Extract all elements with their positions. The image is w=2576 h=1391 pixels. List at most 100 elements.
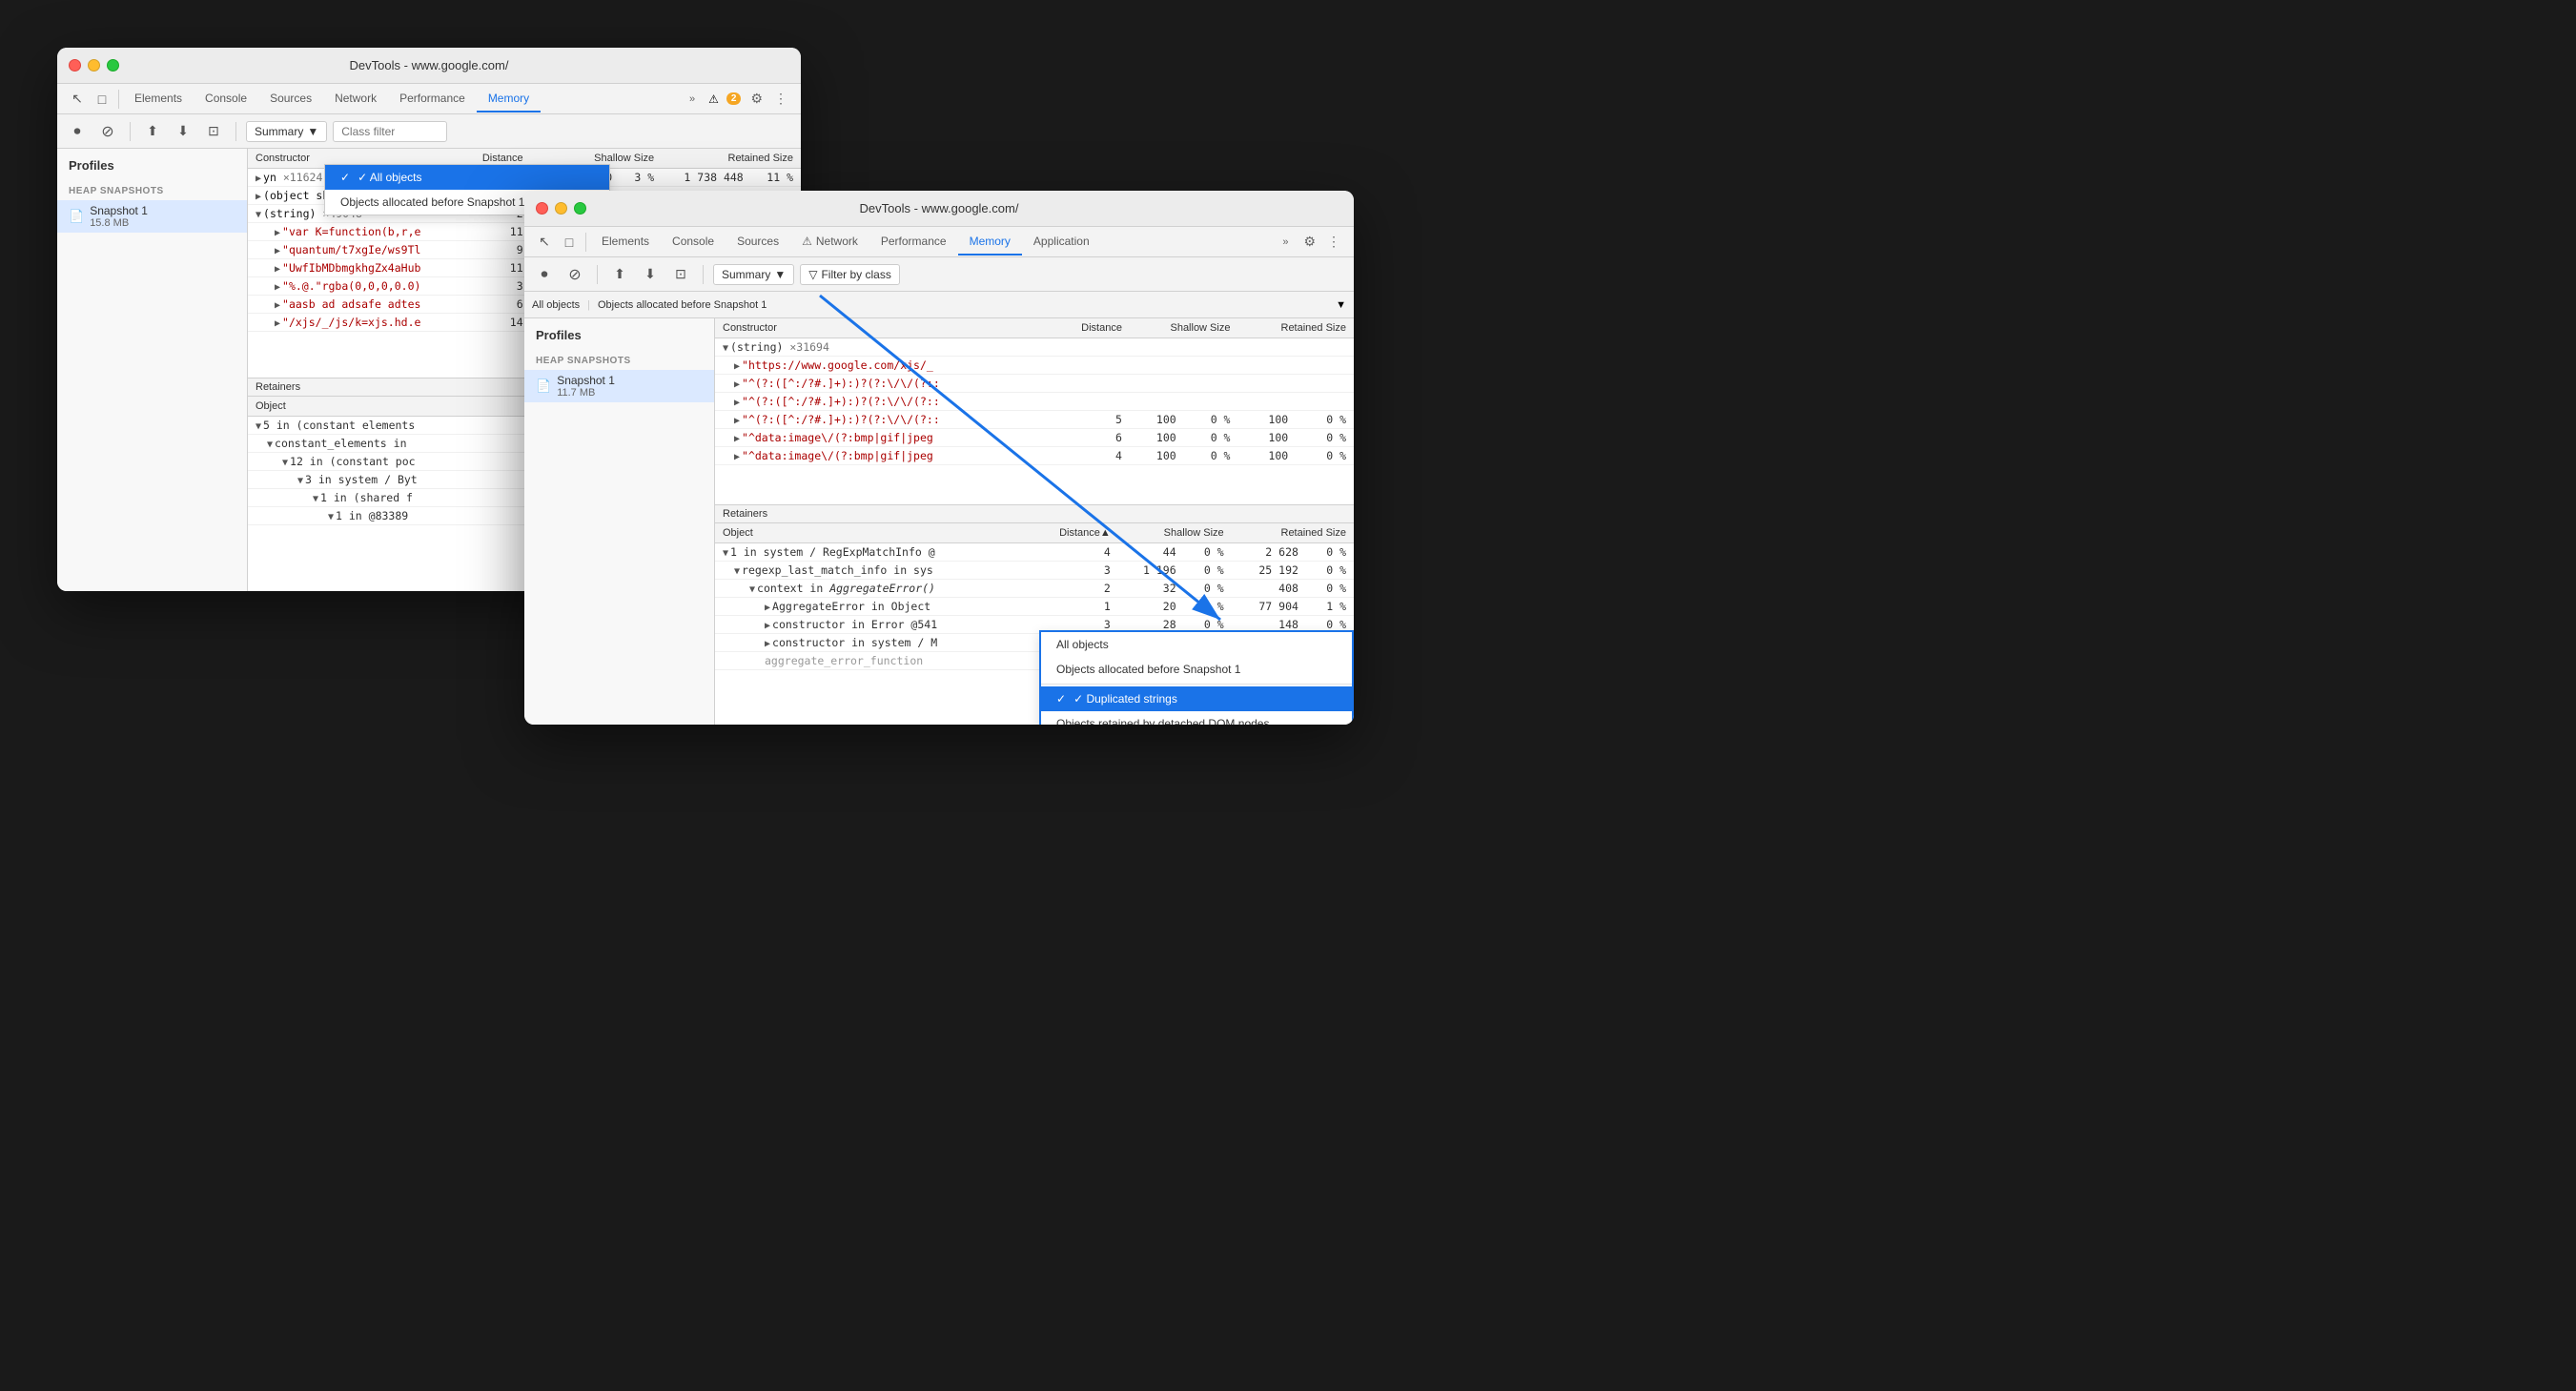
clear-btn-front[interactable]: ⊘	[562, 262, 587, 287]
sidebar-front: Profiles HEAP SNAPSHOTS 📄 Snapshot 1 11.…	[524, 318, 715, 725]
load-btn-back[interactable]: ⬆	[140, 119, 165, 144]
filter-icon: ▽	[808, 268, 817, 281]
tab-memory-back[interactable]: Memory	[477, 86, 541, 113]
minimize-button-back[interactable]	[88, 59, 100, 72]
dropdown-item-detached-dom[interactable]: Objects retained by detached DOM nodes	[1041, 711, 1352, 725]
table-row[interactable]: ▶"^(?:([^:/?#.]+):)?(?:\/\/(?::	[715, 375, 1354, 393]
snapshot-name-front: Snapshot 1	[557, 374, 615, 387]
filter-by-class-btn[interactable]: ▽ Filter by class	[800, 264, 900, 285]
col-dist-front: Distance▲	[1028, 523, 1118, 543]
tab-sources-front[interactable]: Sources	[726, 229, 790, 256]
cell-distance: 11	[463, 259, 530, 277]
snapshot-info-back: Snapshot 1 15.8 MB	[90, 204, 148, 229]
collect-garbage-btn-back[interactable]: ⊡	[201, 119, 226, 144]
retainer-row[interactable]: ▼regexp_last_match_info in sys 3 1 196 0…	[715, 562, 1354, 580]
dropdown-arrow-all[interactable]: ▼	[1336, 299, 1346, 311]
title-bar-front: DevTools - www.google.com/	[524, 191, 1354, 227]
dropdown-item-all-objects-front[interactable]: All objects	[1041, 632, 1352, 657]
tab-application-front[interactable]: Application	[1022, 229, 1101, 256]
tab-extras-back: » ⚠ 2 ⚙ ⋮	[684, 89, 793, 109]
dropdown-item-all-objects[interactable]: ✓ ✓ All objects	[325, 165, 609, 190]
tab-elements-back[interactable]: Elements	[123, 86, 194, 113]
class-filter-input-back[interactable]	[333, 121, 447, 142]
retainer-row[interactable]: ▼1 in system / RegExpMatchInfo @ 4 44 0 …	[715, 543, 1354, 562]
col-retained-ret-front: Retained Size	[1232, 523, 1354, 543]
tab-console-back[interactable]: Console	[194, 86, 258, 113]
more-options-icon-front[interactable]: ⋮	[1325, 232, 1342, 252]
tab-performance-back[interactable]: Performance	[388, 86, 477, 113]
objects-before-snapshot-label: Objects allocated before Snapshot 1	[598, 299, 767, 311]
table-row[interactable]: ▶"https://www.google.com/xjs/_	[715, 357, 1354, 375]
window-title-back: DevTools - www.google.com/	[350, 58, 509, 72]
snapshot-item-back[interactable]: 📄 Snapshot 1 15.8 MB	[57, 200, 247, 233]
table-row[interactable]: ▶"^data:image\/(?:bmp|gif|jpeg 4 100 0 %…	[715, 447, 1354, 465]
inspect-element-icon-front[interactable]: ↖	[532, 230, 557, 255]
dropdown-divider	[1041, 684, 1352, 685]
filter-dropdown-front: All objects Objects allocated before Sna…	[1039, 630, 1354, 725]
more-tabs-icon-front[interactable]: »	[1277, 233, 1294, 252]
summary-dropdown-back[interactable]: Summary ▼	[246, 121, 327, 142]
minimize-button-front[interactable]	[555, 202, 567, 215]
record-btn-front[interactable]: ⏺	[532, 262, 557, 287]
maximize-button-back[interactable]	[107, 59, 119, 72]
collect-garbage-btn-front[interactable]: ⊡	[668, 262, 693, 287]
clear-btn-back[interactable]: ⊘	[95, 119, 120, 144]
load-btn-front[interactable]: ⬆	[607, 262, 632, 287]
close-button-front[interactable]	[536, 202, 548, 215]
save-btn-back[interactable]: ⬇	[171, 119, 195, 144]
tab-performance-front[interactable]: Performance	[869, 229, 958, 256]
col-shallow-ret-front: Shallow Size	[1118, 523, 1232, 543]
table-row[interactable]: ▶"^(?:([^:/?#.]+):)?(?:\/\/(?::	[715, 393, 1354, 411]
tab-sources-back[interactable]: Sources	[258, 86, 323, 113]
all-objects-front-label: All objects	[1056, 638, 1109, 651]
cell-retained: 1 738 448	[662, 169, 751, 187]
retainer-row[interactable]: ▶AggregateError in Object 1 20 0 % 77 90…	[715, 598, 1354, 616]
record-btn-back[interactable]: ⏺	[65, 119, 90, 144]
device-toolbar-icon-front[interactable]: □	[557, 230, 582, 255]
divider-f1	[585, 233, 586, 252]
snapshot-info-front: Snapshot 1 11.7 MB	[557, 374, 615, 399]
snapshot-item-front[interactable]: 📄 Snapshot 1 11.7 MB	[524, 370, 714, 402]
device-toolbar-icon[interactable]: □	[90, 87, 114, 112]
summary-dropdown-front[interactable]: Summary ▼	[713, 264, 794, 285]
retainer-row[interactable]: ▼context in AggregateError() 2 32 0 % 40…	[715, 580, 1354, 598]
dropdown-item-duplicated-strings[interactable]: ✓ ✓ Duplicated strings	[1041, 686, 1352, 711]
sidebar-back: Profiles HEAP SNAPSHOTS 📄 Snapshot 1 15.…	[57, 149, 248, 591]
summary-dropdown-arrow-front: ▼	[774, 268, 786, 281]
tab-memory-front[interactable]: Memory	[958, 229, 1022, 256]
window-title-front: DevTools - www.google.com/	[860, 201, 1019, 215]
tab-extras-front: » ⚙ ⋮	[1277, 232, 1346, 252]
table-row[interactable]: ▶"^(?:([^:/?#.]+):)?(?:\/\/(?:: 5 100 0 …	[715, 411, 1354, 429]
inspect-element-icon[interactable]: ↖	[65, 87, 90, 112]
table-row[interactable]: ▼(string) ×31694	[715, 338, 1354, 357]
retainers-header-front: Retainers	[715, 504, 1354, 523]
tab-elements-front[interactable]: Elements	[590, 229, 661, 256]
dropdown-item-label: Objects allocated before Snapshot 1	[340, 195, 524, 209]
table-row[interactable]: ▶"^data:image\/(?:bmp|gif|jpeg 6 100 0 %…	[715, 429, 1354, 447]
title-bar-back: DevTools - www.google.com/	[57, 48, 801, 84]
cell-retained-pct: 11 %	[751, 169, 801, 187]
memory-toolbar-front: ⏺ ⊘ ⬆ ⬇ ⊡ Summary ▼ ▽ Filter by class	[524, 257, 1354, 292]
snapshot-size-front: 11.7 MB	[557, 387, 615, 399]
col-shallow-front: Shallow Size	[1130, 318, 1238, 338]
divider-f2	[597, 265, 598, 284]
cell-distance: 3	[463, 277, 530, 296]
devtools-window-front: DevTools - www.google.com/ ↖ □ Elements …	[524, 191, 1354, 725]
dropdown-item-before-snapshot-front[interactable]: Objects allocated before Snapshot 1	[1041, 657, 1352, 682]
constructor-table-front: Constructor Distance Shallow Size Retain…	[715, 318, 1354, 465]
more-options-icon-back[interactable]: ⋮	[772, 89, 789, 109]
settings-icon-front[interactable]: ⚙	[1301, 232, 1318, 252]
summary-label-front: Summary	[722, 268, 770, 281]
maximize-button-front[interactable]	[574, 202, 586, 215]
more-tabs-icon[interactable]: »	[684, 90, 701, 109]
tab-network-front[interactable]: ⚠ Network	[790, 229, 869, 256]
save-btn-front[interactable]: ⬇	[638, 262, 663, 287]
col-constructor-front: Constructor	[715, 318, 1049, 338]
table-scroll-front[interactable]: Constructor Distance Shallow Size Retain…	[715, 318, 1354, 504]
tab-network-back[interactable]: Network	[323, 86, 388, 113]
col-distance-front: Distance	[1049, 318, 1130, 338]
tab-console-front[interactable]: Console	[661, 229, 726, 256]
col-object-front: Object	[715, 523, 1028, 543]
settings-icon-back[interactable]: ⚙	[748, 89, 765, 109]
close-button-back[interactable]	[69, 59, 81, 72]
